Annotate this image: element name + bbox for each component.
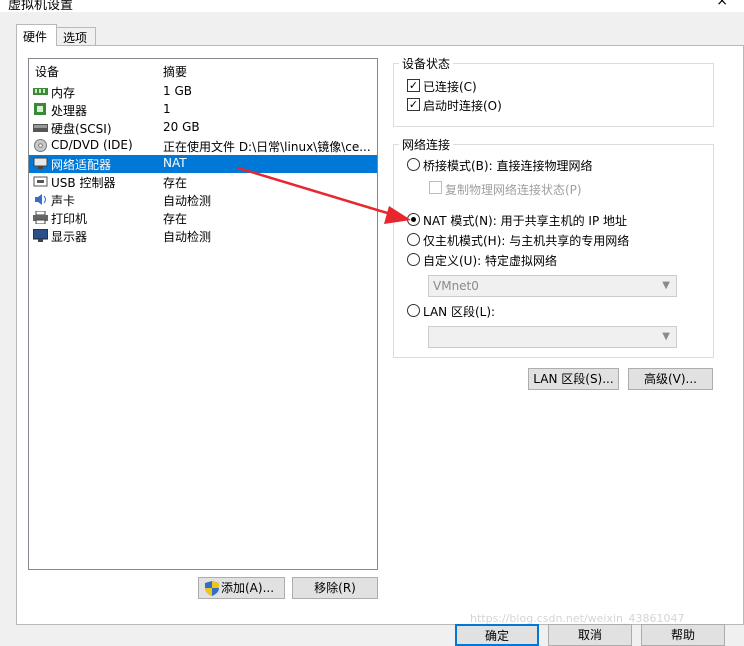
advanced-button[interactable]: 高级(V)... <box>628 368 713 390</box>
device-row-network-adapter[interactable]: 网络适配器 NAT <box>29 155 377 173</box>
device-row-memory[interactable]: 内存 1 GB <box>29 83 377 101</box>
memory-icon <box>33 88 48 95</box>
device-name: 处理器 <box>51 104 88 118</box>
processor-icon <box>34 103 46 115</box>
connected-checkbox[interactable]: ✓ <box>407 79 420 92</box>
nat-radio[interactable] <box>407 213 420 226</box>
device-list-header: 设备 摘要 <box>29 63 377 79</box>
device-row-hard-disk[interactable]: 硬盘(SCSI) 20 GB <box>29 119 377 137</box>
device-name: 打印机 <box>51 212 88 226</box>
device-summary: 1 <box>163 102 171 116</box>
network-adapter-icon <box>33 157 48 169</box>
window-title: 虚拟机设置 <box>8 0 74 12</box>
title-bar: 虚拟机设置 × <box>0 0 744 12</box>
device-row-cd-dvd[interactable]: CD/DVD (IDE) 正在使用文件 D:\日常\linux\镜像\ce... <box>29 137 377 155</box>
device-name: 网络适配器 <box>51 158 112 172</box>
custom-network-select[interactable]: VMnet0 ▼ <box>428 275 677 297</box>
device-name: 声卡 <box>51 194 76 208</box>
device-row-display[interactable]: 显示器 自动检测 <box>29 227 377 245</box>
device-row-usb[interactable]: USB 控制器 存在 <box>29 173 377 191</box>
device-summary: 正在使用文件 D:\日常\linux\镜像\ce... <box>163 140 371 154</box>
custom-radio[interactable] <box>407 253 420 266</box>
bridged-label[interactable]: 桥接模式(B): 直接连接物理网络 <box>423 157 592 174</box>
device-name: USB 控制器 <box>51 176 116 190</box>
column-device[interactable]: 设备 <box>35 63 59 80</box>
ok-button[interactable]: 确定 <box>455 624 539 646</box>
device-summary: 1 GB <box>163 84 192 98</box>
help-button[interactable]: 帮助 <box>641 624 725 646</box>
connected-label[interactable]: 已连接(C) <box>423 78 477 95</box>
printer-icon <box>33 211 48 224</box>
connect-at-power-on-label[interactable]: 启动时连接(O) <box>423 97 502 114</box>
display-icon <box>33 229 48 242</box>
lan-segments-button[interactable]: LAN 区段(S)... <box>528 368 619 390</box>
sound-card-icon <box>35 194 46 205</box>
custom-label[interactable]: 自定义(U): 特定虚拟网络 <box>423 252 557 269</box>
chevron-down-icon: ▼ <box>662 280 670 291</box>
tab-hardware[interactable]: 硬件 <box>16 24 57 46</box>
lan-segment-label[interactable]: LAN 区段(L): <box>423 303 495 320</box>
device-summary: 自动检测 <box>163 230 212 244</box>
lan-segment-radio[interactable] <box>407 304 420 317</box>
lan-segment-select[interactable]: ▼ <box>428 326 677 348</box>
cd-dvd-icon <box>34 139 47 152</box>
nat-label[interactable]: NAT 模式(N): 用于共享主机的 IP 地址 <box>423 212 627 229</box>
shield-icon <box>205 581 219 596</box>
add-button[interactable]: 添加(A)... <box>198 577 285 599</box>
device-status-group <box>393 63 714 127</box>
device-name: CD/DVD (IDE) <box>51 138 133 152</box>
device-summary: 存在 <box>163 176 188 190</box>
usb-icon <box>33 176 48 187</box>
device-name: 硬盘(SCSI) <box>51 122 112 136</box>
replicate-checkbox[interactable] <box>429 181 442 194</box>
device-list[interactable]: 设备 摘要 内存 1 GB 处理器 1 硬盘(SCSI) 20 GB CD/DV… <box>28 58 378 570</box>
replicate-label[interactable]: 复制物理网络连接状态(P) <box>445 181 582 198</box>
device-summary: 存在 <box>163 212 188 226</box>
chevron-down-icon: ▼ <box>662 331 670 342</box>
remove-button[interactable]: 移除(R) <box>292 577 378 599</box>
tab-options[interactable]: 选项 <box>56 27 96 46</box>
device-name: 内存 <box>51 86 76 100</box>
column-summary[interactable]: 摘要 <box>163 63 187 80</box>
device-row-sound-card[interactable]: 声卡 自动检测 <box>29 191 377 209</box>
watermark: https://blog.csdn.net/weixin_43861047 <box>470 612 685 625</box>
host-only-radio[interactable] <box>407 233 420 246</box>
close-icon[interactable]: × <box>716 0 728 9</box>
device-status-label: 设备状态 <box>399 55 454 72</box>
network-connection-label: 网络连接 <box>399 136 454 153</box>
cancel-button[interactable]: 取消 <box>548 624 632 646</box>
custom-network-value: VMnet0 <box>433 279 479 293</box>
device-name: 显示器 <box>51 230 88 244</box>
host-only-label[interactable]: 仅主机模式(H): 与主机共享的专用网络 <box>423 232 629 249</box>
device-summary: 20 GB <box>163 120 200 134</box>
bridged-radio[interactable] <box>407 158 420 171</box>
device-row-printer[interactable]: 打印机 存在 <box>29 209 377 227</box>
add-button-label: 添加(A)... <box>221 581 275 595</box>
device-summary: 自动检测 <box>163 194 212 208</box>
connect-at-power-on-checkbox[interactable]: ✓ <box>407 98 420 111</box>
device-row-processor[interactable]: 处理器 1 <box>29 101 377 119</box>
device-summary: NAT <box>163 156 187 170</box>
hard-disk-icon <box>33 124 48 132</box>
